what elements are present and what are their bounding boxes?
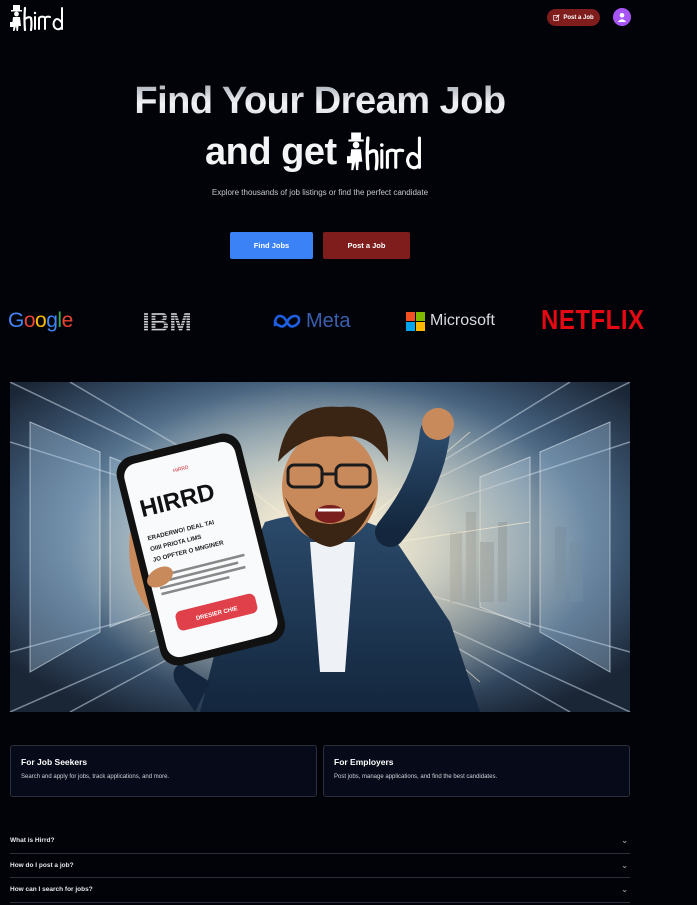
header-post-job-label: Post a Job [563,14,594,21]
microsoft-logo-text: Microsoft [430,312,495,329]
microsoft-squares-icon [406,311,425,331]
user-icon [617,13,627,22]
faq-question: How can I search for jobs? [10,886,93,894]
faq-question: How do I post a job? [10,861,74,869]
hero-title-line2: and get [205,128,425,176]
hirrd-hero-logo [346,132,421,171]
ibm-logo-text: IBM [142,308,192,334]
hero-subtitle: Explore thousands of job listings or fin… [211,188,429,197]
meta-infinity-icon [273,314,301,328]
top-navbar: Post a Job [0,0,697,36]
chevron-down-icon: ⌄ [621,836,628,846]
chevron-down-icon: ⌄ [621,860,628,870]
edit-square-icon [553,14,560,21]
faq-item[interactable]: How can I search for jobs? ⌄ [10,878,630,903]
faq-item[interactable]: How do I post a job? ⌄ [10,854,630,878]
employers-card-title: For Employers [334,757,394,767]
chevron-down-icon: ⌄ [621,885,628,895]
hero-title: Find Your Dream Job [0,80,640,123]
google-logo-text: Google [8,309,73,332]
faq-item[interactable]: What is Hirrd? ⌄ [10,829,630,854]
meta-logo: Meta [272,300,350,342]
hero-title-prefix: and get [205,130,337,173]
faq-question: What is Hirrd? [10,837,55,845]
employers-card-text: Post jobs, manage applications, and find… [334,774,498,780]
ibm-logo: IBM [137,300,197,342]
google-logo: Google [8,300,73,342]
microsoft-logo: Microsoft [406,300,495,342]
banner-illustration: HIRRD HIRRD ERADERWO! DEAL TAI OIIII PRI… [10,382,630,712]
job-seekers-card-text: Search and apply for jobs, track applica… [21,774,170,780]
user-avatar[interactable] [613,8,631,26]
hirrd-logo[interactable] [10,4,66,32]
meta-logo-text: Meta [306,309,351,332]
header-post-job-button[interactable]: Post a Job [547,9,600,26]
post-job-button[interactable]: Post a Job [323,232,410,259]
find-jobs-button[interactable]: Find Jobs [230,232,313,259]
faq-accordion: What is Hirrd? ⌄ How do I post a job? ⌄ … [10,829,630,903]
hero-banner-image: HIRRD HIRRD ERADERWO! DEAL TAI OIIII PRI… [10,382,630,712]
netflix-logo-text: NETFLIX [541,304,645,336]
job-seekers-card: For Job Seekers Search and apply for job… [10,745,317,797]
employers-card: For Employers Post jobs, manage applicat… [323,745,630,797]
company-carousel: Google IBM Meta Microsoft NETFLIX [0,300,644,342]
netflix-logo: NETFLIX [541,297,645,345]
ibm-logo-mark: IBM [142,308,192,334]
job-seekers-card-title: For Job Seekers [21,757,88,767]
